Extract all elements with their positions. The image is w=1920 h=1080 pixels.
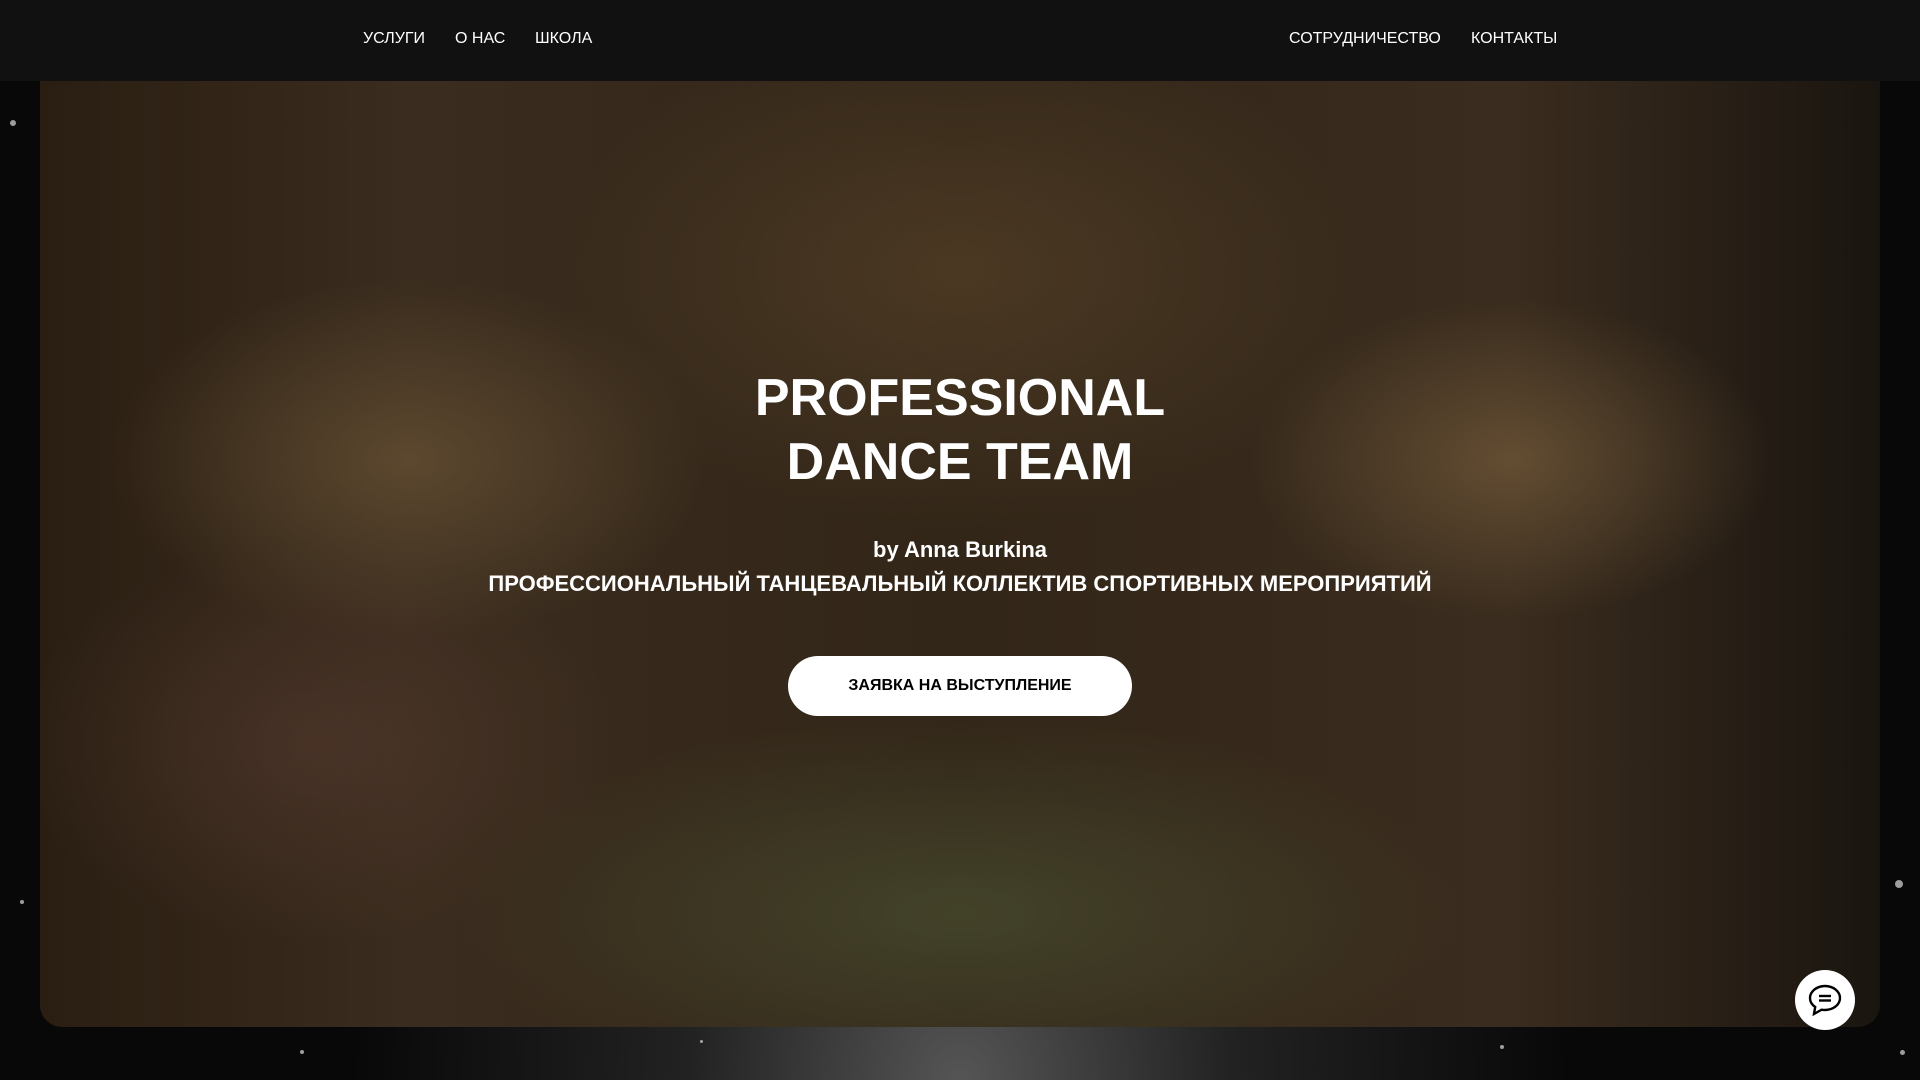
hero-section: PROFESSIONAL DANCE TEAM by Anna Burkina … (40, 81, 1880, 1027)
hero-title-line2: DANCE TEAM (786, 433, 1134, 491)
performance-request-button[interactable]: ЗАЯВКА НА ВЫСТУПЛЕНИЕ (788, 656, 1132, 716)
hero-title-line1: PROFESSIONAL (754, 369, 1166, 427)
nav-item-school[interactable]: ШКОЛА (535, 30, 592, 48)
nav-item-contacts[interactable]: КОНТАКТЫ (1471, 30, 1557, 48)
chat-bubble-icon (1808, 984, 1842, 1017)
hero-byline: by Anna Burkina (873, 537, 1047, 562)
nav-item-cooperation[interactable]: СОТРУДНИЧЕСТВО (1289, 30, 1441, 48)
hero-subtitle: ПРОФЕССИОНАЛЬНЫЙ ТАНЦЕВАЛЬНЫЙ КОЛЛЕКТИВ … (488, 571, 1432, 596)
top-nav-bar: УСЛУГИ О НАС ШКОЛА СОТРУДНИЧЕСТВО КОНТАК… (0, 0, 1920, 81)
nav-item-about[interactable]: О НАС (455, 30, 505, 48)
nav-item-services[interactable]: УСЛУГИ (363, 30, 425, 48)
chat-widget-button[interactable] (1795, 970, 1855, 1030)
hero-title: PROFESSIONAL DANCE TEAM (40, 366, 1880, 494)
